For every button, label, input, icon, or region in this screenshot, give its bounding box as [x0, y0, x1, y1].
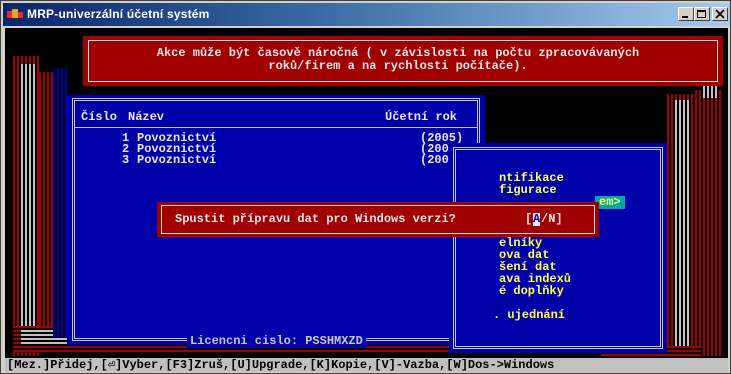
stacked-window-border: [695, 90, 723, 356]
row-number: 3: [122, 153, 130, 167]
close-icon: [715, 9, 725, 19]
maximize-icon: [697, 10, 706, 18]
stacked-window-border: [39, 72, 53, 348]
status-bar: [Mez.]Přidej,[⏎]Vyber,[F3]Zruš,[U]Upgrad…: [5, 358, 728, 372]
menu-item-ujednani[interactable]: . ujednání: [493, 309, 565, 322]
row-name: Povoznictví: [137, 153, 217, 167]
column-header-name: Název: [128, 110, 165, 124]
main-menu-window: ntifikace figurace em> elníky ova dat še…: [449, 143, 667, 353]
menu-item-doplnky[interactable]: é doplňky: [499, 285, 564, 298]
column-header-number: Číslo: [81, 110, 118, 124]
warning-message-box: Akce může být časově náročná ( v závislo…: [83, 36, 723, 86]
app-window: MRP-univerzální účetní systém Akce může …: [0, 0, 731, 374]
header-divider: [75, 127, 477, 128]
menu-item-selected[interactable]: em>: [595, 196, 625, 209]
menu-item-konfigurace[interactable]: figurace: [499, 184, 557, 197]
stacked-window-border: [675, 100, 689, 346]
window-title: MRP-univerzální účetní systém: [27, 7, 210, 21]
confirm-question: Spustit přípravu dat pro Windows verzi?: [175, 212, 456, 226]
title-bar[interactable]: MRP-univerzální účetní systém: [3, 3, 730, 26]
answer-bracket: [: [525, 212, 533, 226]
stacked-window-border: [703, 86, 719, 98]
mrp-app-icon: [7, 9, 23, 18]
column-header-year: Účetní rok: [385, 110, 458, 124]
license-number: Licencni cislo: PSSHMXZD: [187, 335, 366, 348]
stacked-window-border: [53, 68, 67, 338]
dos-console[interactable]: Akce může být časově náročná ( v závislo…: [5, 28, 728, 372]
close-button[interactable]: [712, 7, 728, 21]
answer-yes-option[interactable]: A: [533, 213, 541, 226]
stacked-window-border: [21, 64, 37, 348]
answer-no-option[interactable]: /N]: [541, 213, 563, 226]
minimize-icon: [682, 16, 688, 18]
confirm-dialog: Spustit přípravu dat pro Windows verzi? …: [157, 202, 599, 237]
warning-line-2: roků/firem a na rychlosti počítače).: [268, 59, 528, 73]
minimize-button[interactable]: [678, 7, 694, 21]
maximize-button[interactable]: [694, 7, 710, 21]
